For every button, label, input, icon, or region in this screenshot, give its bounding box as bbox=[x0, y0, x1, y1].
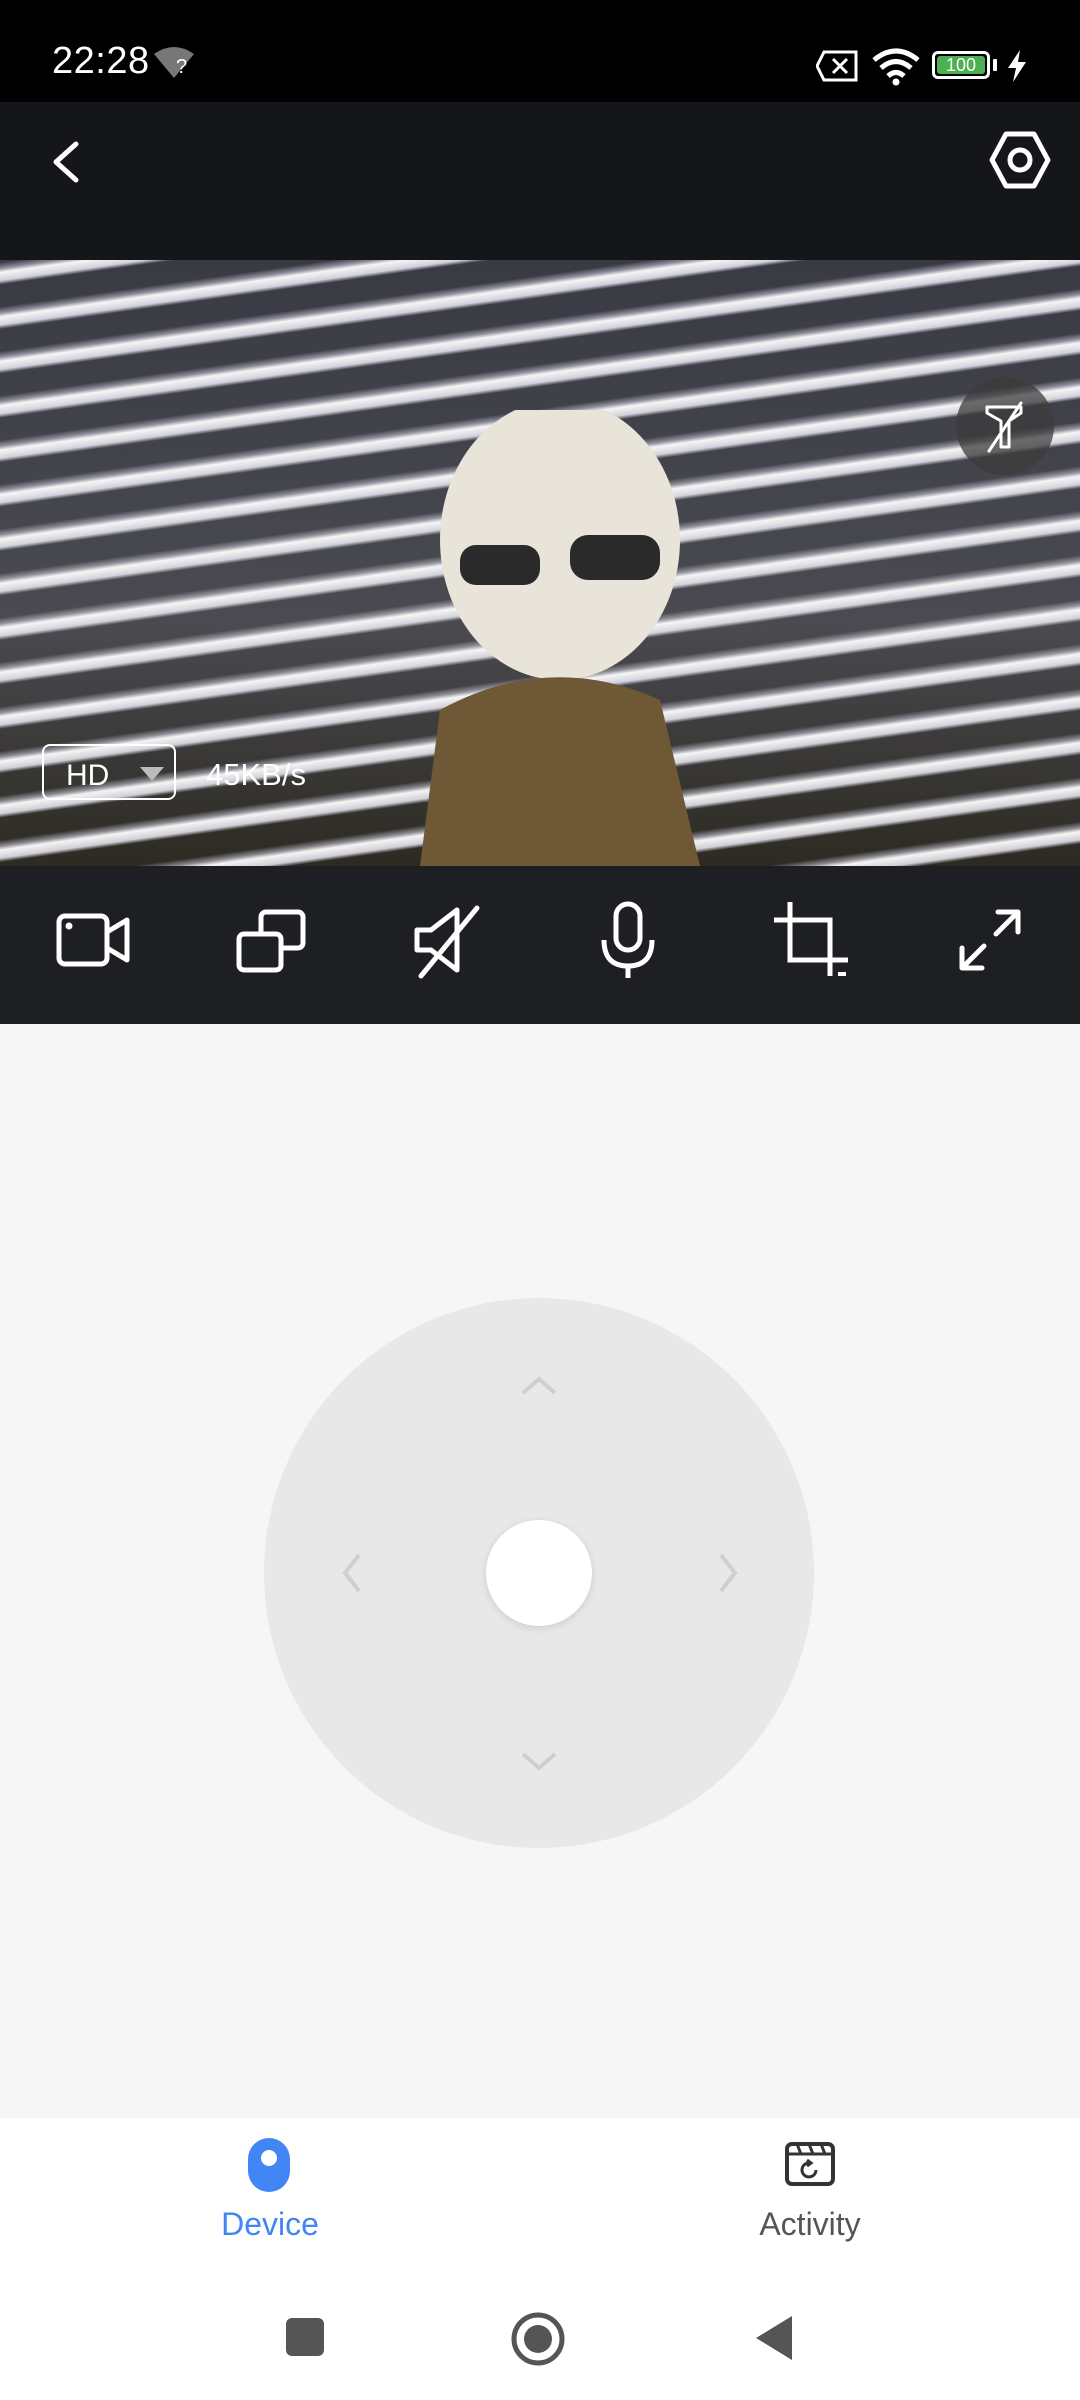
app-bar bbox=[0, 102, 1080, 260]
battery-tip bbox=[993, 59, 997, 71]
quality-label: HD bbox=[66, 759, 110, 792]
wifi-unknown-hint: ? bbox=[176, 56, 188, 78]
fullscreen-icon[interactable] bbox=[940, 890, 1040, 990]
record-video-icon[interactable] bbox=[43, 890, 143, 990]
recents-icon[interactable] bbox=[284, 2316, 326, 2358]
back-icon[interactable] bbox=[40, 134, 96, 190]
multi-screen-icon[interactable] bbox=[221, 890, 321, 990]
wifi-icon bbox=[872, 48, 920, 86]
system-navigation-bar bbox=[0, 2284, 1080, 2400]
activity-icon bbox=[785, 2142, 835, 2186]
camera-off-icon bbox=[985, 401, 1023, 453]
tab-activity[interactable]: Activity bbox=[660, 2118, 960, 2284]
ptz-center-button[interactable] bbox=[486, 1520, 592, 1626]
settings-icon[interactable] bbox=[988, 128, 1052, 192]
device-icon bbox=[248, 2138, 290, 2192]
bitrate-readout: 45KB/s bbox=[206, 757, 306, 792]
charging-icon bbox=[1008, 50, 1026, 82]
video-control-toolbar bbox=[0, 866, 1080, 1024]
microphone-icon[interactable] bbox=[578, 890, 678, 990]
tab-activity-label: Activity bbox=[759, 2206, 861, 2242]
home-icon[interactable] bbox=[510, 2311, 566, 2367]
status-time: 22:28 bbox=[52, 40, 150, 82]
pan-right-icon[interactable] bbox=[697, 1543, 757, 1603]
pan-down-icon[interactable] bbox=[509, 1730, 569, 1790]
mute-icon[interactable] bbox=[399, 890, 499, 990]
status-bar: 22:28 ? 100 bbox=[0, 0, 1080, 102]
back-nav-icon[interactable] bbox=[752, 2314, 796, 2362]
no-sim-icon bbox=[816, 50, 858, 82]
pan-up-icon[interactable] bbox=[509, 1357, 569, 1417]
battery-icon: 100 bbox=[932, 51, 990, 79]
pan-left-icon[interactable] bbox=[323, 1543, 383, 1603]
tab-device[interactable]: Device bbox=[120, 2118, 420, 2284]
wifi-signal-icon bbox=[154, 47, 194, 78]
battery-level: 100 bbox=[945, 55, 977, 75]
quality-selector[interactable]: HD bbox=[42, 744, 176, 800]
crop-icon[interactable] bbox=[760, 890, 860, 990]
bottom-navigation: Device Activity bbox=[0, 2118, 1080, 2284]
chevron-down-icon bbox=[140, 767, 164, 781]
privacy-mode-button[interactable] bbox=[956, 377, 1054, 475]
video-subject bbox=[420, 410, 700, 866]
tab-device-label: Device bbox=[221, 2206, 319, 2242]
